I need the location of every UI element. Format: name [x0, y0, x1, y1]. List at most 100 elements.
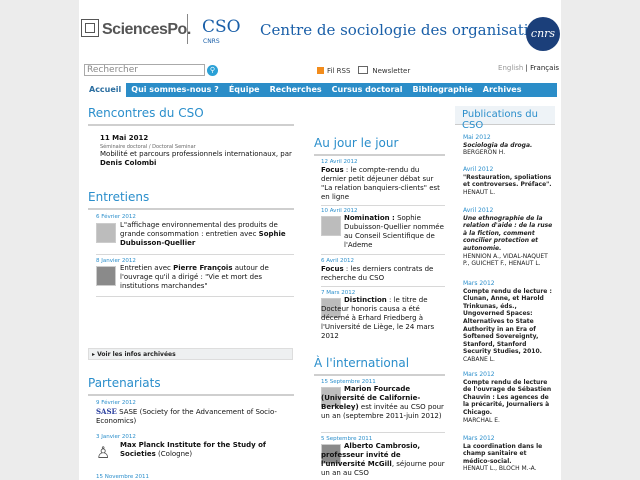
site-header: SciencesPo. CSO CNRS Centre de sociologi… — [79, 0, 561, 58]
entretien-photo-1[interactable] — [96, 223, 116, 243]
nav-qui-sommes-nous[interactable]: Qui sommes-nous ? — [126, 83, 224, 97]
partenariat-date-3: 15 Novembre 2011 — [96, 474, 149, 480]
nav-accueil[interactable]: Accueil — [84, 83, 127, 97]
publication-title-6: La coordination dans le champ sanitaire … — [463, 442, 543, 465]
partenariat-sase-name: SASE — [119, 408, 138, 416]
newsletter-link[interactable]: Newsletter — [372, 67, 410, 75]
sciencespo-logo-icon — [81, 19, 99, 37]
publication-item-2[interactable]: Avril 2012 "Restauration, spoliations et … — [463, 166, 555, 196]
main-nav: Accueil Qui sommes-nous ? Équipe Recherches… — [84, 83, 557, 97]
rencontres-heading[interactable]: Rencontres du CSO — [88, 106, 204, 120]
cnrs-logo[interactable]: cnrs — [526, 17, 560, 51]
publication-authors-5: MARCHAL E. — [463, 416, 500, 424]
publication-item-4[interactable]: Mars 2012 Compte rendu de lecture : Cluna… — [463, 280, 555, 364]
rencontres-author[interactable]: Denis Colombi — [100, 159, 156, 168]
publication-authors-4: CABANE L. — [463, 355, 495, 363]
publication-item-5[interactable]: Mars 2012 Compte rendu de lecture de l'ou… — [463, 371, 555, 424]
jour-heading[interactable]: Au jour le jour — [314, 136, 398, 150]
entretiens-rule — [88, 208, 294, 210]
publication-authors-3: HENNION A., VIDAL-NAQUET P., GUICHET F.,… — [463, 252, 548, 268]
publication-date-3: Avril 2012 — [463, 207, 494, 214]
rss-icon[interactable] — [317, 67, 324, 74]
jour-bold-1: Focus — [321, 166, 344, 174]
publication-date-4: Mars 2012 — [463, 280, 495, 287]
entretien-separator-2 — [96, 296, 294, 297]
publications-heading[interactable]: Publications du CSO — [455, 106, 555, 131]
partenariats-rule — [88, 394, 294, 396]
rencontres-date: 11 Mai 2012 — [100, 134, 149, 142]
publication-item-6[interactable]: Mars 2012 La coordination dans le champ s… — [463, 435, 555, 473]
nav-equipe[interactable]: Équipe — [224, 83, 265, 97]
publication-title-5: Compte rendu de lecture de l'ouvrage de … — [463, 378, 552, 416]
max-planck-logo-icon: ♙ — [96, 443, 114, 462]
international-rule — [314, 374, 445, 376]
rencontres-text[interactable]: Mobilité et parcours professionnels inte… — [100, 150, 295, 159]
jour-photo-2[interactable] — [321, 216, 341, 236]
voir-archives-link[interactable]: ▸ Voir les infos archivées — [88, 348, 293, 360]
publication-date-5: Mars 2012 — [463, 371, 495, 378]
jour-item-4[interactable]: Distinction : le titre de Docteur honori… — [321, 296, 445, 341]
nav-archives[interactable]: Archives — [478, 83, 527, 97]
jour-separator-1 — [321, 205, 445, 206]
centre-title: Centre de sociologie des organisations — [260, 21, 555, 39]
entretiens-heading[interactable]: Entretiens — [88, 190, 149, 204]
sase-logo: SASE — [96, 407, 117, 416]
header-divider — [187, 14, 188, 44]
partenariats-heading[interactable]: Partenariats — [88, 376, 161, 390]
publication-authors-2: HENAUT L. — [463, 188, 496, 196]
international-item-1[interactable]: Marion Fourcade (Université de Californi… — [321, 385, 445, 421]
jour-date-3: 6 Avril 2012 — [321, 258, 355, 264]
publication-authors-6: HENAUT L., BLOCH M.-A. — [463, 465, 537, 473]
voir-archives-label: Voir les infos archivées — [97, 351, 176, 358]
jour-rule — [314, 154, 445, 156]
entretien-item-2[interactable]: Entretien avec Pierre François autour de… — [120, 264, 292, 291]
publication-date-6: Mars 2012 — [463, 435, 495, 442]
entretien-photo-2[interactable] — [96, 266, 116, 286]
jour-separator-2 — [321, 254, 445, 255]
jour-item-3[interactable]: Focus : les derniers contrats de recherc… — [321, 265, 443, 283]
cso-logo[interactable]: CSO — [202, 19, 241, 36]
search-icon[interactable]: ⚲ — [207, 65, 218, 76]
publications-title: Publications du CSO — [462, 109, 538, 131]
cnrs-subtitle: CNRS — [203, 38, 220, 45]
partenariat-item-1[interactable]: SASE SASE (Society for the Advancement o… — [96, 407, 291, 426]
international-item-2[interactable]: Alberto Cambrosio, professeur invité de … — [321, 442, 445, 478]
entretien-separator — [96, 254, 294, 255]
publication-title-2: "Restauration, spoliations et controvers… — [463, 173, 552, 189]
entretien-item-1[interactable]: L"affichage environnemental des produits… — [120, 221, 292, 248]
language-switcher: English | Français — [498, 64, 559, 72]
jour-separator-3 — [321, 286, 445, 287]
jour-bold-3: Focus — [321, 265, 344, 273]
page: SciencesPo. CSO CNRS Centre de sociologi… — [79, 0, 561, 480]
publication-title-4: Compte rendu de lecture : Clunan, Anne, … — [463, 287, 552, 356]
partenariat-date-2: 3 Janvier 2012 — [96, 434, 136, 440]
lang-francais[interactable]: Français — [530, 64, 559, 72]
publication-title-1: Sociologia da droga. — [463, 141, 533, 149]
partenariat-item-2[interactable]: Max Planck Institute for the Study of So… — [120, 441, 292, 459]
rss-newsletter-bar: Fil RSS Newsletter — [317, 66, 410, 75]
jour-date-1: 12 Avril 2012 — [321, 159, 358, 165]
jour-item-2[interactable]: Nomination : Sophie Dubuisson-Quellier n… — [344, 214, 445, 250]
lang-english[interactable]: English — [498, 64, 523, 72]
search-input[interactable]: Rechercher — [84, 64, 205, 76]
publication-item-3[interactable]: Avril 2012 Une ethnographie de la relatio… — [463, 207, 555, 268]
publication-item-1[interactable]: Mai 2012 Sociologia da droga. BERGERON H. — [463, 134, 555, 157]
publication-authors-1: BERGERON H. — [463, 149, 506, 157]
rss-link[interactable]: Fil RSS — [327, 67, 350, 75]
nav-bibliographie[interactable]: Bibliographie — [408, 83, 478, 97]
entretien-pre-2: Entretien avec — [120, 264, 174, 272]
jour-bold-2: Nomination : — [344, 214, 395, 222]
nav-cursus-doctoral[interactable]: Cursus doctoral — [327, 83, 408, 97]
lang-separator: | — [525, 64, 528, 72]
entretien-date-1: 6 Février 2012 — [96, 214, 136, 220]
entretien-bold-2: Pierre François — [173, 264, 233, 272]
jour-bold-4: Distinction — [344, 296, 387, 304]
publication-title-3: Une ethnographie de la relation d'aide :… — [463, 214, 553, 252]
partenariat-text-2: (Cologne) — [155, 450, 193, 458]
nav-recherches[interactable]: Recherches — [265, 83, 327, 97]
international-heading[interactable]: À l'international — [314, 356, 409, 370]
sciencespo-logo[interactable]: SciencesPo. — [81, 19, 191, 39]
newsletter-icon[interactable] — [358, 66, 369, 74]
jour-item-1[interactable]: Focus : le compte-rendu du dernier petit… — [321, 166, 443, 202]
international-separator-1 — [321, 432, 445, 433]
